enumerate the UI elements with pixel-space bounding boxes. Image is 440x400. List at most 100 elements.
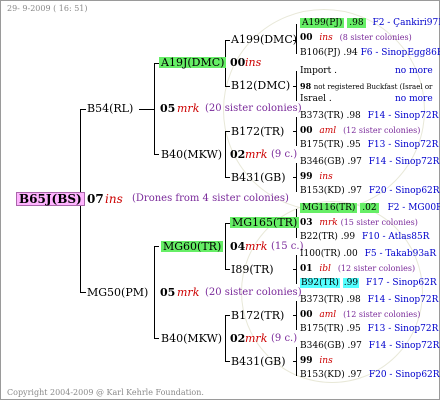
g4-row: MG116(TR) .02 F2 - MG00R xyxy=(300,203,440,213)
g4-row: B175(TR) .95 F13 - Sinop72R xyxy=(300,325,438,334)
g4-generation: 99 xyxy=(300,172,313,182)
g4-row: B373(TR) .98 F14 - Sinop72R xyxy=(300,296,438,305)
connector xyxy=(80,109,86,110)
connector xyxy=(225,177,230,178)
g4-queen-id[interactable]: B346(GB) xyxy=(300,157,345,167)
root-species: ins xyxy=(105,192,123,206)
g4-queen-id[interactable]: B153(KD) xyxy=(300,370,345,380)
g1a-species: mrk xyxy=(177,102,200,115)
g3-queen-id[interactable]: I89(TR) xyxy=(231,264,274,275)
g4-queen-id[interactable]: A199(PJ) xyxy=(300,18,345,28)
g4-generation: 00 xyxy=(300,310,313,320)
g4-value: .97 xyxy=(347,186,362,196)
g4-queen-id[interactable]: B153(KD) xyxy=(300,186,345,196)
g2c-species: mrk xyxy=(245,240,268,253)
g4-queen-id[interactable]: B175(TR) xyxy=(300,140,344,150)
g4-row: 99 ins xyxy=(300,173,333,182)
g4-row: 00 aml (12 sister colonies) xyxy=(300,311,420,320)
g4-generation: 98 xyxy=(300,81,312,91)
g4-row: B92(TR) .99 F17 - Sinop62R xyxy=(300,278,437,288)
g4-location: F10 - Atlas85R xyxy=(361,232,430,242)
g3-queen-id[interactable]: B172(TR) xyxy=(231,310,284,321)
g2b-species: mrk xyxy=(245,148,268,161)
g2b-generation: 02 xyxy=(230,148,246,161)
g3-queen-id[interactable]: MG165(TR) xyxy=(230,217,300,228)
g2-queen-id[interactable]: B40(MKW) xyxy=(161,149,222,160)
g4-queen-id[interactable]: B106(PJ) xyxy=(300,48,340,58)
connector xyxy=(225,223,226,270)
g4-queen-id[interactable]: B373(TR) xyxy=(300,111,344,121)
g4-queen-id[interactable]: B175(TR) xyxy=(300,324,344,334)
g4-value: .99 xyxy=(342,278,360,288)
g4-species: aml xyxy=(319,126,337,136)
g1-queen-id[interactable]: MG50(PM) xyxy=(87,287,148,298)
g3-queen-id[interactable]: B172(TR) xyxy=(231,126,284,137)
g2-queen-id[interactable]: B40(MKW) xyxy=(161,333,222,344)
connector xyxy=(296,255,297,284)
connector xyxy=(296,163,297,192)
connector xyxy=(154,246,155,339)
connector xyxy=(296,301,297,330)
g4-location: F14 - Sinop72R xyxy=(367,111,439,121)
g4-value: .97 xyxy=(347,341,362,351)
g4-queen-id[interactable]: B92(TR) xyxy=(300,278,340,288)
print-date: 29- 9-2009 ( 16: 51) xyxy=(7,4,88,13)
g4-value: .95 xyxy=(346,324,361,334)
connector xyxy=(225,269,230,270)
g4-species: ins xyxy=(319,33,333,43)
g4-queen-id[interactable]: I100(TR) xyxy=(300,249,341,259)
g4-species: ins xyxy=(319,172,333,182)
g4-location: no more xyxy=(395,66,433,76)
g3-queen-id[interactable]: B12(DMC) xyxy=(231,80,290,91)
g3-queen-id[interactable]: A199(DMC) xyxy=(231,34,297,45)
g4-row: 01 ibl (12 sister colonies) xyxy=(300,265,415,274)
g4-dot: . xyxy=(334,66,337,76)
g4-queen-id[interactable]: MG116(TR) xyxy=(300,203,358,213)
g2d-species: mrk xyxy=(245,332,268,345)
g4-row: B175(TR) .95 F13 - Sinop72R xyxy=(300,141,438,150)
g4-row: B153(KD) .97 F20 - Sinop62R xyxy=(300,371,440,380)
g4-generation: 03 xyxy=(300,218,313,228)
g4-row: 00 aml (12 sister colonies) xyxy=(300,127,420,136)
g4-value: .98 xyxy=(346,111,361,121)
g4-queen-id[interactable]: B346(GB) xyxy=(300,341,345,351)
connector xyxy=(154,338,159,339)
g4-row: B373(TR) .98 F14 - Sinop72R xyxy=(300,112,438,121)
g4-value: .99 xyxy=(340,232,356,242)
g4-location: F14 - Sinop72R xyxy=(367,295,439,305)
g4-generation: 00 xyxy=(300,126,313,136)
g4-location: F20 - Sinop62R xyxy=(368,370,440,380)
g4-generation: 00 xyxy=(300,33,313,43)
g3-queen-id[interactable]: B431(GB) xyxy=(231,356,286,367)
g2-queen-id[interactable]: MG60(TR) xyxy=(161,241,224,252)
g4-queen-id[interactable]: B22(TR) xyxy=(300,232,338,242)
g4-queen-id[interactable]: Import xyxy=(300,66,331,76)
g4-row: Import . xyxy=(300,67,337,76)
g4-queen-id[interactable]: Israel xyxy=(300,94,326,104)
g2d-note: (9 c.) xyxy=(271,333,298,344)
connector xyxy=(225,315,230,316)
g4-generation: 99 xyxy=(300,356,313,366)
root-generation: 07 xyxy=(87,192,104,206)
g4-note: (12 sister colonies) xyxy=(343,126,421,135)
g3-queen-id[interactable]: B431(GB) xyxy=(231,172,286,183)
g2-queen-id[interactable]: A19J(DMC) xyxy=(159,57,227,68)
g4-note: (12 sister colonies) xyxy=(343,310,421,319)
pedigree-chart: 29- 9-2009 ( 16: 51) Copyright 2004-2009… xyxy=(0,0,440,400)
connector xyxy=(296,71,297,101)
g1a-note: (20 sister colonies) xyxy=(205,103,302,114)
g4-queen-id[interactable]: B373(TR) xyxy=(300,295,344,305)
g2d-generation: 02 xyxy=(230,332,246,345)
root-queen-id[interactable]: B65J(BS) xyxy=(16,192,85,206)
g4-location: no more xyxy=(395,94,433,104)
g4-dot: . xyxy=(328,94,332,104)
g4-location: F6 - SinopEgg86R xyxy=(360,48,440,58)
g4-row: B106(PJ) .94 F6 - SinopEgg86R xyxy=(300,49,440,58)
connector xyxy=(139,109,155,110)
g4-row: B153(KD) .97 F20 - Sinop62R xyxy=(300,187,440,196)
g4-location: F17 - Sinop62R xyxy=(365,278,437,288)
g2b-note: (9 c.) xyxy=(271,149,298,160)
g4-location: F2 - MG00R xyxy=(387,203,440,213)
g1-queen-id[interactable]: B54(RL) xyxy=(87,103,133,114)
g4-location: F14 - Sinop72R xyxy=(368,157,440,167)
